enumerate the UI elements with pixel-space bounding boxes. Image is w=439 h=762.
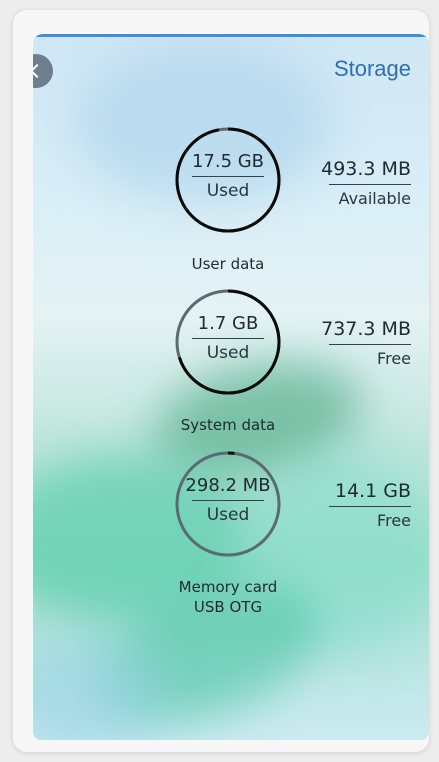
accent-bar xyxy=(33,34,429,37)
memory-card-free: 14.1 GB Free xyxy=(291,480,411,530)
free-label: Free xyxy=(377,349,411,368)
memory-card-usage-ring: 298.2 MB Used xyxy=(174,450,282,558)
storage-screen: Storage 17.5 GB Used 493.3 MB Available … xyxy=(33,34,429,740)
user-data-caption: User data xyxy=(191,255,265,273)
free-value: 14.1 GB xyxy=(334,480,411,502)
system-data-free: 737.3 MB Free xyxy=(291,318,411,368)
page-title: Storage xyxy=(333,56,411,81)
used-label: Used xyxy=(206,343,250,363)
back-arrow-icon[interactable] xyxy=(33,54,53,88)
user-data-usage-ring: 17.5 GB Used xyxy=(174,126,282,234)
used-value: 298.2 MB xyxy=(185,475,271,496)
free-label: Free xyxy=(377,511,411,530)
free-value: 737.3 MB xyxy=(321,318,411,340)
available-value: 493.3 MB xyxy=(321,158,411,180)
used-value: 1.7 GB xyxy=(197,313,259,334)
used-value: 17.5 GB xyxy=(191,151,265,172)
used-label: Used xyxy=(206,505,250,525)
used-label: Used xyxy=(206,181,250,201)
memory-card-caption: Memory card USB OTG xyxy=(178,578,278,616)
system-data-caption: System data xyxy=(180,416,276,434)
system-data-usage-ring: 1.7 GB Used xyxy=(174,288,282,396)
user-data-available: 493.3 MB Available xyxy=(291,158,411,208)
available-label: Available xyxy=(338,189,411,208)
